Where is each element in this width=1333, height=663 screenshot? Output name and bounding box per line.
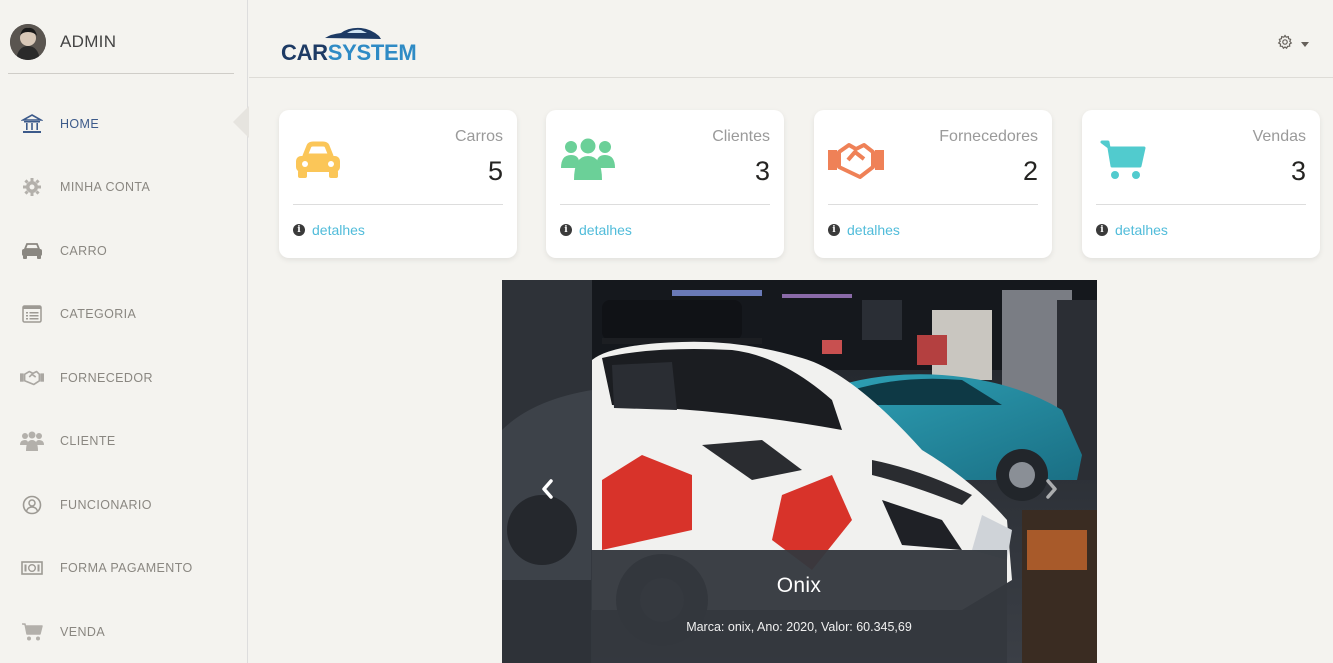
top-navbar: CARSYSTEM [249,0,1333,78]
user-name: ADMIN [60,32,117,51]
car-icon [293,136,349,184]
info-icon: i [828,224,840,236]
chevron-down-icon [1301,42,1309,47]
gear-icon [20,176,44,198]
card-value: 3 [1290,156,1306,186]
logo-text-system: SYSTEM [327,40,417,65]
carousel-caption: Onix Marca: onix, Ano: 2020, Valor: 60.3… [591,550,1007,663]
bank-icon [20,113,44,135]
card-title: Vendas [1252,128,1306,145]
details-link[interactable]: i detalhes [828,222,900,238]
details-link-label: detalhes [1115,222,1168,238]
card-title: Clientes [712,128,770,145]
stat-card-vendas: Vendas 3 i detalhes [1082,110,1320,258]
sidebar: ADMIN HOME MINHA CONTA CARRO CATEGORIA F… [0,0,249,663]
sidebar-item-label: FORMA PAGAMENTO [60,561,193,576]
carousel-description: Marca: onix, Ano: 2020, Valor: 60.345,69 [686,620,912,634]
sidebar-item-label: FUNCIONARIO [60,497,152,512]
cart-icon [1096,136,1152,184]
details-link[interactable]: i detalhes [1096,222,1168,238]
money-icon [20,557,44,579]
card-divider [293,204,503,205]
sidebar-item-fornecedor[interactable]: FORNECEDOR [0,346,248,410]
info-icon: i [560,224,572,236]
sidebar-item-cliente[interactable]: CLIENTE [0,410,248,474]
stat-card-clientes: Clientes 3 i detalhes [546,110,784,258]
card-divider [1096,204,1306,205]
card-divider [560,204,770,205]
sidebar-item-label: MINHA CONTA [60,180,151,195]
chevron-left-icon [540,476,554,507]
carousel-prev-button[interactable] [527,476,567,506]
chevron-right-icon [1045,476,1059,507]
details-link-label: detalhes [579,222,632,238]
logo-text: CARSYSTEM [281,40,417,66]
sidebar-item-label: CARRO [60,243,108,258]
users-icon [560,136,616,184]
sidebar-item-label: HOME [60,116,100,131]
list-icon [20,303,44,325]
details-link-label: detalhes [312,222,365,238]
user-circle-icon [20,494,44,516]
sidebar-item-funcionario[interactable]: FUNCIONARIO [0,473,248,537]
carousel-next-button[interactable] [1032,476,1072,506]
sidebar-nav: HOME MINHA CONTA CARRO CATEGORIA FORNECE… [0,92,249,663]
gear-icon [1277,34,1293,55]
handshake-icon [20,367,44,389]
sidebar-item-label: CLIENTE [60,434,116,449]
details-link[interactable]: i detalhes [560,222,632,238]
cart-icon [20,621,44,643]
carsystem-logo[interactable]: CARSYSTEM [281,22,441,66]
card-divider [828,204,1038,205]
sidebar-item-minha-conta[interactable]: MINHA CONTA [0,156,248,220]
car-carousel: Onix Marca: onix, Ano: 2020, Valor: 60.3… [502,280,1097,663]
sidebar-item-venda[interactable]: VENDA [0,600,248,663]
handshake-icon [828,136,884,184]
sidebar-item-home[interactable]: HOME [0,92,249,156]
details-link[interactable]: i detalhes [293,222,365,238]
stat-card-carros: Carros 5 i detalhes [279,110,517,258]
sidebar-item-label: FORNECEDOR [60,370,153,385]
card-title: Fornecedores [939,128,1038,145]
carousel-title: Onix [776,574,822,597]
sidebar-item-forma-pagamento[interactable]: FORMA PAGAMENTO [0,537,248,601]
sidebar-item-carro[interactable]: CARRO [0,219,248,283]
stat-card-fornecedores: Fornecedores 2 i detalhes [814,110,1052,258]
sidebar-item-label: VENDA [60,624,106,639]
details-link-label: detalhes [847,222,900,238]
card-title: Carros [454,128,503,145]
settings-dropdown[interactable] [1277,34,1309,55]
card-value: 2 [1022,156,1038,186]
active-indicator [233,106,249,138]
info-icon: i [293,224,305,236]
card-value: 5 [487,156,503,186]
user-profile[interactable]: ADMIN [8,22,234,74]
car-icon [20,240,44,262]
sidebar-item-label: CATEGORIA [60,307,137,322]
card-value: 3 [754,156,770,186]
logo-text-car: CAR [281,40,328,65]
sidebar-item-categoria[interactable]: CATEGORIA [0,283,248,347]
users-icon [20,430,44,452]
avatar [10,24,46,60]
info-icon: i [1096,224,1108,236]
